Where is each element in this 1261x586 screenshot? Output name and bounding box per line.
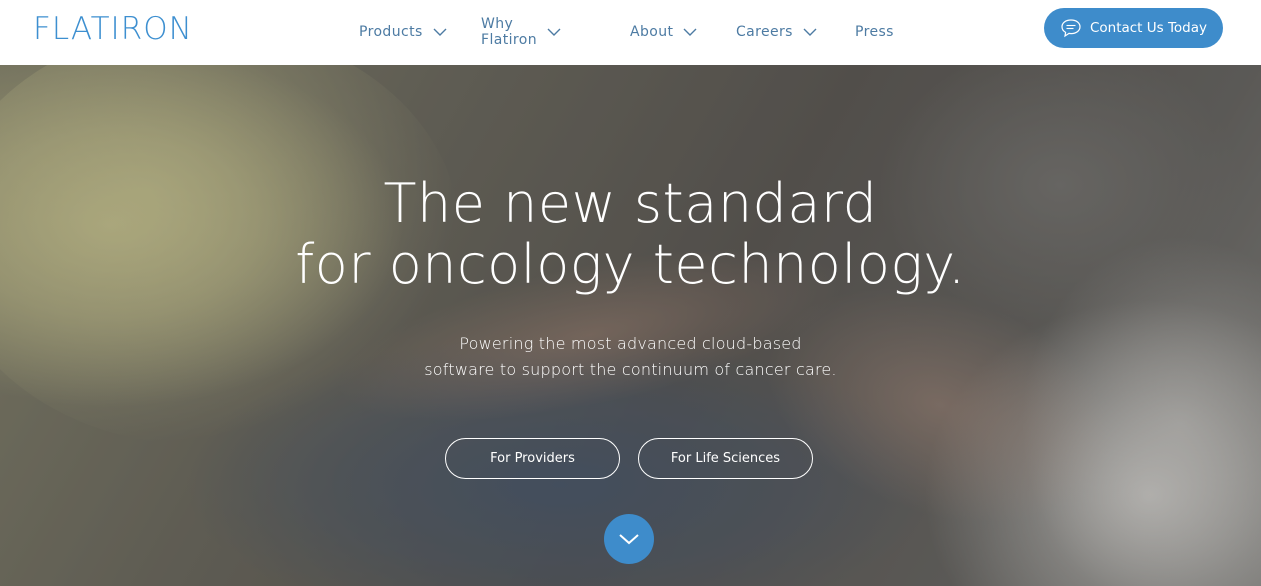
nav-item-products[interactable]: Products [359,22,447,42]
flatiron-logo[interactable]: FLATIRON [33,12,193,46]
contact-us-label: Contact Us Today [1089,20,1208,36]
hero-section: The new standard for oncology technology… [0,65,1261,586]
hero-subheadline-line-2: software to support the continuum of can… [424,360,837,379]
nav-item-about[interactable]: About [630,22,697,42]
chat-bubble-icon [1060,18,1082,38]
hero-subheadline-line-1: Powering the most advanced cloud-based [459,334,802,353]
nav-item-why-flatiron[interactable]: Why Flatiron [481,16,561,48]
hero-subheadline: Powering the most advanced cloud-based s… [0,331,1261,383]
chevron-down-icon [433,28,447,37]
chevron-down-icon [803,28,817,37]
nav-item-label: Products [359,24,423,40]
for-life-sciences-button[interactable]: For Life Sciences [638,438,813,479]
scroll-down-button[interactable] [604,514,654,564]
nav-item-careers[interactable]: Careers [736,22,817,42]
nav-item-label: About [630,24,674,40]
chevron-down-icon [683,28,697,37]
chevron-down-icon [618,533,640,546]
site-header: FLATIRON Products Why Flatiron About Car… [0,0,1261,65]
nav-item-label: Why Flatiron [481,16,537,48]
chevron-down-icon [547,28,561,37]
for-providers-button[interactable]: For Providers [445,438,620,479]
hero-headline: The new standard for oncology technology… [0,173,1261,295]
nav-item-press[interactable]: Press [855,22,894,42]
hero-content: The new standard for oncology technology… [0,65,1261,586]
hero-headline-line-2: for oncology technology. [295,233,966,296]
contact-us-button[interactable]: Contact Us Today [1044,8,1223,48]
hero-headline-line-1: The new standard [383,172,878,235]
nav-item-label: Careers [736,24,793,40]
nav-item-label: Press [855,24,894,40]
